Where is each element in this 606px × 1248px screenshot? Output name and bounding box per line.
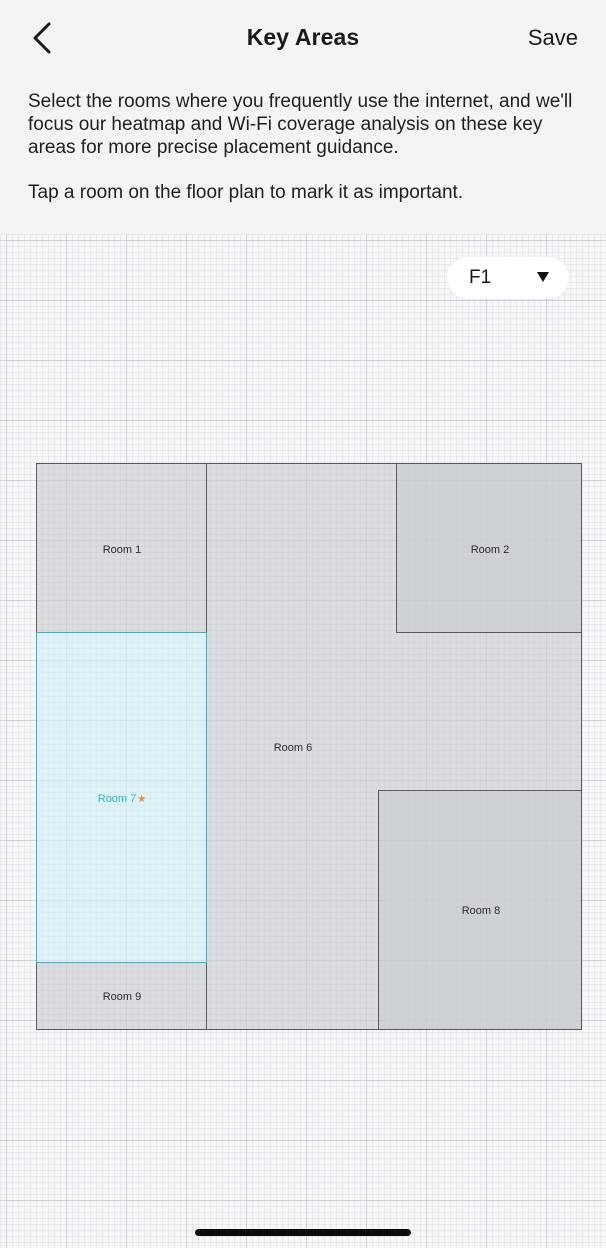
star-icon: ★ [137,794,147,805]
room-label: Room 1 [102,544,142,556]
room-label: Room 7★ [98,793,147,805]
room-7[interactable]: Room 7★ [36,632,207,963]
room-label: Room 9 [102,991,142,1003]
caret-down-icon [537,272,549,282]
room-1[interactable]: Room 1 [36,463,207,633]
floor-selector-value: F1 [469,267,492,288]
page-title: Key Areas [246,24,360,50]
room-label: Room 6 [273,742,313,754]
instructions: Select the rooms where you frequently us… [28,90,584,204]
floor-plan: Room 6 Room 1 Room 2 Room 8 Room 9 Room … [36,463,582,1030]
room-label: Room 8 [461,905,501,917]
room-7-label: Room 7 [97,793,137,805]
room-9[interactable]: Room 9 [36,962,207,1030]
instructions-body: Select the rooms where you frequently us… [28,91,573,158]
floor-selector[interactable]: F1 [447,257,569,299]
room-8[interactable]: Room 8 [378,790,582,1030]
save-button[interactable]: Save [528,25,578,51]
header: Key Areas Save [0,0,606,80]
room-label: Room 2 [470,544,510,556]
home-indicator [195,1229,411,1236]
instructions-hint: Tap a room on the floor plan to mark it … [28,182,464,203]
room-2[interactable]: Room 2 [396,463,582,633]
